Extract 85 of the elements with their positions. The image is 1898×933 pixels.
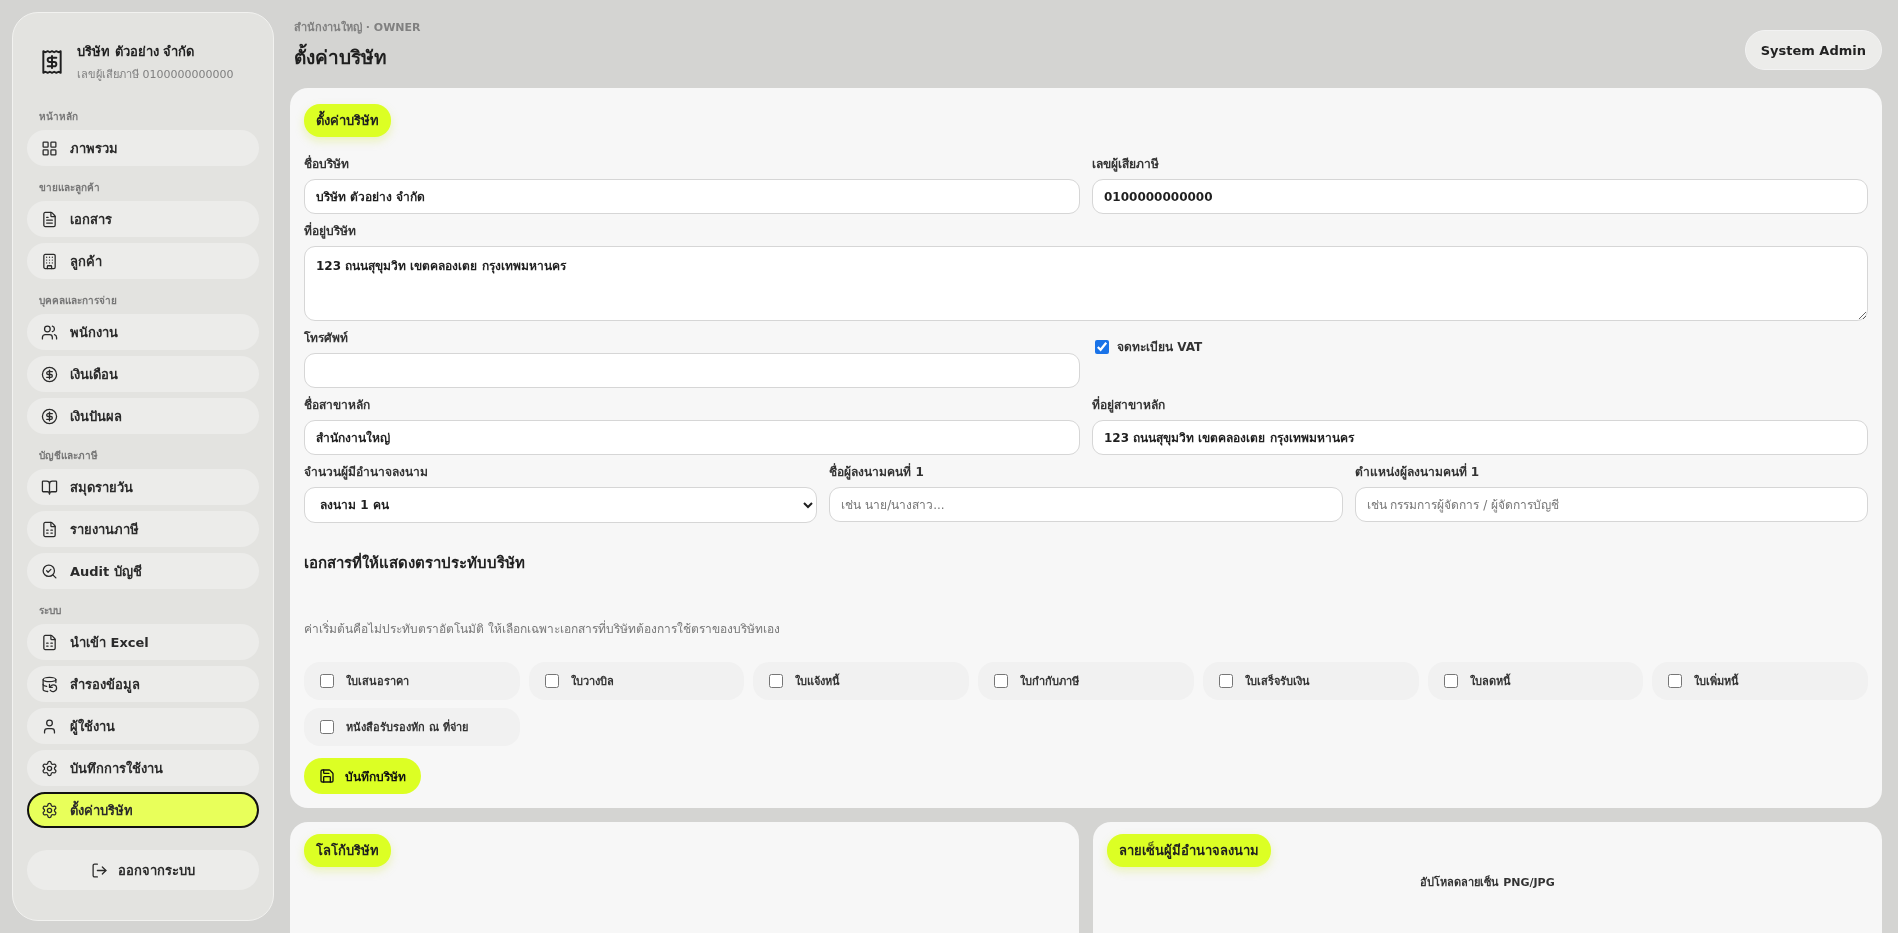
- nav-item[interactable]: รายงานภาษี: [27, 511, 259, 547]
- nav-item[interactable]: ภาพรวม: [27, 130, 259, 166]
- logout-icon: [91, 861, 108, 879]
- hint-text: ค่าเริ่มต้นคือไม่ประทับตราอัตโนมัติ ให้เลือกเฉพาะเอกสารที่บริษัทต้องการใช้ตราของบริษัทเอง: [304, 619, 781, 638]
- document-option[interactable]: ใบลดหนี้: [1427, 662, 1644, 700]
- text-field[interactable]: เช่น นาย/นางสาว...: [829, 487, 1343, 522]
- section-title: หน้าหลัก: [38, 110, 79, 124]
- field-label: เลขผู้เสียภาษี: [1092, 156, 1160, 174]
- field-label: ที่อยู่บริษัท: [304, 221, 357, 241]
- text-field[interactable]: บริษัท ตัวอย่าง จำกัด: [304, 179, 1080, 214]
- document-checkbox[interactable]: [1218, 674, 1233, 688]
- user-icon: [41, 717, 58, 735]
- field-label: ชื่อผู้ลงนามคนที่ 1: [829, 462, 925, 482]
- document-checkbox[interactable]: [769, 674, 784, 688]
- nav-item[interactable]: ลูกค้า: [27, 243, 259, 279]
- text-field[interactable]: เช่น กรรมการผู้จัดการ / ผู้จัดการบัญชี: [1354, 487, 1868, 522]
- card-badge: ตั้งค่าบริษัท: [304, 104, 391, 137]
- document-option[interactable]: หนังสือรับรองหัก ณ ที่จ่าย: [304, 708, 520, 746]
- field-label: ชื่อสาขาหลัก: [304, 395, 371, 414]
- users-icon: [41, 323, 58, 341]
- text-field[interactable]: 123 ถนนสุขุมวิท เขตคลองเตย กรุงเทพมหานคร: [1092, 420, 1868, 455]
- dollar-icon: [41, 365, 58, 383]
- document-option[interactable]: ใบวางบิล: [528, 662, 745, 700]
- nav-item[interactable]: เงินเดือน: [27, 356, 259, 392]
- section-title: ระบบ: [38, 604, 62, 618]
- section-heading: เอกสารที่ให้แสดงตราประทับบริษัท: [304, 551, 526, 574]
- nav-item[interactable]: เงินปันผล: [27, 398, 259, 434]
- document-option[interactable]: ใบแจ้งหนี้: [753, 662, 970, 700]
- document-option[interactable]: ใบเพิ่มหนี้: [1652, 662, 1868, 700]
- user-button[interactable]: System Admin: [1744, 30, 1882, 70]
- nav-item[interactable]: สำรองข้อมูล: [27, 666, 259, 702]
- document-checkbox[interactable]: [320, 720, 334, 734]
- field-label: ที่อยู่สาขาหลัก: [1092, 395, 1166, 415]
- settings-icon: [41, 801, 58, 819]
- nav-item[interactable]: นำเข้า Excel: [27, 624, 259, 660]
- field-label: จำนวนผู้มีอำนาจลงนาม: [304, 464, 429, 482]
- section-title: บุคคลและการจ่าย: [38, 294, 118, 309]
- card-badge: ลายเซ็นผู้มีอำนาจลงนาม: [1107, 834, 1271, 867]
- nav-item[interactable]: ผู้ใช้งาน: [27, 708, 259, 744]
- section-title: ขายและลูกค้า: [38, 181, 101, 197]
- address-field[interactable]: 123 ถนนสุขุมวิท เขตคลองเตย กรุงเทพมหานคร: [304, 246, 1868, 321]
- grid-icon: [41, 139, 58, 157]
- spreadsheet-icon: [41, 520, 58, 538]
- text-field[interactable]: 0100000000000: [1092, 179, 1868, 214]
- checkbox-label: จดทะเบียน VAT: [1117, 339, 1203, 356]
- save-button[interactable]: บันทึกบริษัท: [304, 758, 421, 794]
- vat-checkbox[interactable]: [1095, 339, 1109, 354]
- nav-item[interactable]: Audit บัญชี: [27, 553, 259, 589]
- document-option[interactable]: ใบกำกับภาษี: [978, 662, 1194, 700]
- book-icon: [41, 478, 58, 496]
- spreadsheet-icon: [41, 633, 58, 651]
- tax-id: เลขผู้เสียภาษี 0100000000000: [77, 67, 234, 83]
- save-icon: [319, 768, 335, 784]
- document-checkbox[interactable]: [994, 674, 1009, 688]
- signer-count-select[interactable]: ลงนาม 1 คน: [304, 487, 818, 523]
- document-checkbox[interactable]: [1668, 674, 1683, 688]
- document-checkbox[interactable]: [544, 674, 559, 688]
- field-label: โทรศัพท์: [304, 330, 349, 347]
- nav-item[interactable]: บันทึกการใช้งาน: [27, 750, 259, 786]
- receipt-icon: [39, 49, 65, 75]
- search-check-icon: [41, 562, 58, 580]
- company-name: บริษัท ตัวอย่าง จำกัด: [77, 43, 196, 61]
- nav-item[interactable]: ตั้งค่าบริษัท: [27, 792, 259, 828]
- nav-item[interactable]: สมุดรายวัน: [27, 469, 259, 505]
- dollar-icon: [41, 407, 58, 425]
- upload-hint: อัปโหลดลายเซ็น PNG/JPG: [1419, 874, 1556, 891]
- document-checkbox[interactable]: [320, 674, 334, 688]
- document-option[interactable]: ใบเสนอราคา: [304, 662, 520, 700]
- building-icon: [41, 252, 58, 270]
- field-label: ตำแหน่งผู้ลงนามคนที่ 1: [1354, 462, 1481, 482]
- text-field[interactable]: สำนักงานใหญ่: [304, 420, 1080, 455]
- card-badge: โลโก้บริษัท: [304, 834, 391, 867]
- logout-button[interactable]: ออกจากระบบ: [27, 850, 259, 890]
- page-title: ตั้งค่าบริษัท: [294, 42, 421, 72]
- database-icon: [41, 675, 58, 693]
- document-checkbox[interactable]: [1443, 674, 1458, 688]
- document-icon: [41, 210, 58, 228]
- settings-icon: [41, 759, 58, 777]
- nav-item[interactable]: พนักงาน: [27, 314, 259, 350]
- nav-item[interactable]: เอกสาร: [27, 201, 259, 237]
- breadcrumb: สำนักงานใหญ่ · OWNER: [294, 19, 421, 36]
- section-title: บัญชีและภาษี: [38, 449, 99, 463]
- field-label: ชื่อบริษัท: [304, 154, 350, 173]
- text-field[interactable]: [304, 353, 1080, 388]
- document-option[interactable]: ใบเสร็จรับเงิน: [1202, 662, 1419, 700]
